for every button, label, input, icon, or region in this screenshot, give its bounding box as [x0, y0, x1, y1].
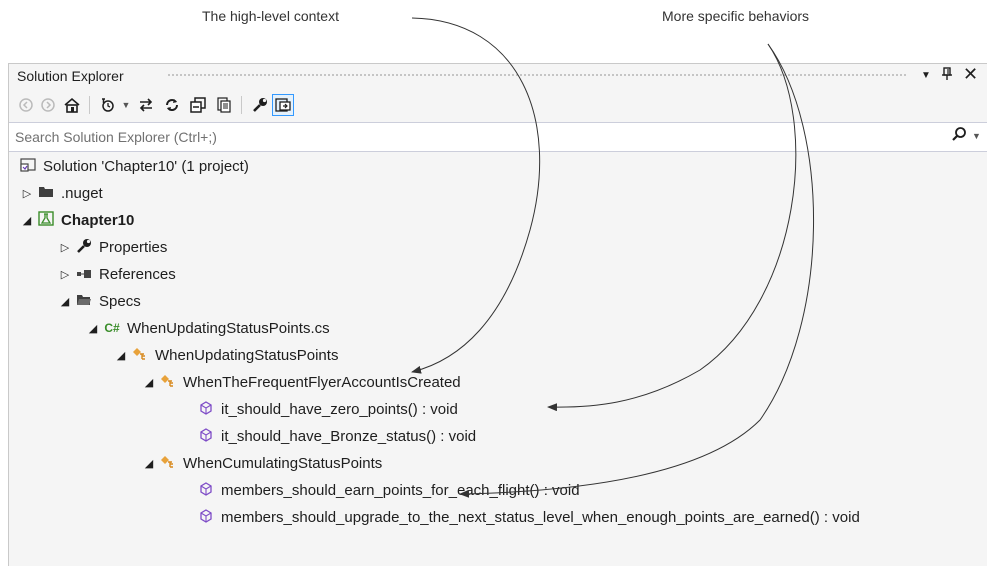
annotation-specific-behaviors: More specific behaviors — [662, 8, 810, 24]
tree-item-method-zero-points[interactable]: it_should_have_zero_points() : void — [195, 396, 458, 422]
collapse-arrow-icon[interactable]: ◢ — [113, 349, 129, 362]
tree-item-label: it_should_have_zero_points() : void — [221, 400, 458, 418]
method-icon — [195, 427, 217, 445]
panel-titlebar[interactable]: Solution Explorer ▼ ✕ — [9, 64, 987, 88]
collapse-arrow-icon[interactable]: ◢ — [141, 457, 157, 470]
method-icon — [195, 400, 217, 418]
collapse-arrow-icon[interactable]: ◢ — [57, 295, 73, 308]
tree-item-cs-file[interactable]: ◢ C# WhenUpdatingStatusPoints.cs — [85, 315, 330, 341]
toolbar-separator — [241, 96, 242, 114]
tree-item-label: Solution 'Chapter10' (1 project) — [43, 157, 249, 175]
collapse-arrow-icon[interactable]: ◢ — [19, 214, 35, 227]
tree-item-label: Specs — [99, 292, 141, 310]
dropdown-arrow-icon[interactable]: ▼ — [921, 70, 931, 81]
tree-item-label: WhenCumulatingStatusPoints — [183, 454, 383, 472]
home-icon[interactable] — [61, 94, 83, 116]
sync-icon[interactable] — [135, 94, 157, 116]
close-icon[interactable]: ✕ — [963, 64, 978, 85]
back-icon[interactable] — [15, 94, 37, 116]
tree-item-nuget[interactable]: ▷ .nuget — [19, 180, 103, 206]
solution-tree: Solution 'Chapter10' (1 project) ▷ .nuge… — [9, 154, 987, 566]
tree-item-label: members_should_upgrade_to_the_next_statu… — [221, 508, 860, 526]
show-all-files-icon[interactable] — [213, 94, 235, 116]
tree-item-label: WhenTheFrequentFlyerAccountIsCreated — [183, 373, 461, 391]
tree-item-method-upgrade-status[interactable]: members_should_upgrade_to_the_next_statu… — [195, 504, 860, 530]
toolbar: ▼ — [9, 90, 987, 120]
tree-item-label: it_should_have_Bronze_status() : void — [221, 427, 477, 445]
search-icon[interactable] — [951, 126, 967, 147]
refresh-icon[interactable] — [161, 94, 183, 116]
expand-arrow-icon[interactable]: ▷ — [57, 268, 73, 281]
pin-icon[interactable] — [941, 67, 953, 84]
tree-item-label: members_should_earn_points_for_each_flig… — [221, 481, 580, 499]
tree-item-label: .nuget — [61, 184, 103, 202]
preview-selected-icon[interactable] — [272, 94, 294, 116]
tree-item-references[interactable]: ▷ References — [57, 261, 176, 287]
panel-title: Solution Explorer — [17, 68, 124, 84]
tree-item-solution[interactable]: Solution 'Chapter10' (1 project) — [17, 153, 249, 179]
tree-item-class-cumulating[interactable]: ◢ WhenCumulatingStatusPoints — [141, 450, 383, 476]
class-icon — [157, 374, 179, 391]
class-icon — [157, 455, 179, 472]
titlebar-grip — [167, 73, 907, 78]
tree-item-method-earn-points[interactable]: members_should_earn_points_for_each_flig… — [195, 477, 580, 503]
annotation-high-level-context: The high-level context — [202, 8, 339, 24]
test-project-icon — [35, 211, 57, 229]
class-icon — [129, 347, 151, 364]
search-bar: ▼ — [9, 122, 987, 152]
references-icon — [73, 266, 95, 282]
collapse-all-icon[interactable] — [187, 94, 209, 116]
tree-item-label: Properties — [99, 238, 168, 256]
method-icon — [195, 508, 217, 526]
collapse-arrow-icon[interactable]: ◢ — [141, 376, 157, 389]
collapse-arrow-icon[interactable]: ◢ — [85, 322, 101, 335]
solution-explorer-panel: Solution Explorer ▼ ✕ ▼ Search Solution … — [8, 63, 987, 566]
tree-item-class-main[interactable]: ◢ WhenUpdatingStatusPoints — [113, 342, 339, 368]
properties-icon[interactable] — [249, 94, 271, 116]
tree-item-label: WhenUpdatingStatusPoints — [155, 346, 339, 364]
tree-item-label: Chapter10 — [61, 211, 135, 229]
expand-arrow-icon[interactable]: ▷ — [57, 241, 73, 254]
tree-item-project[interactable]: ◢ Chapter10 — [19, 207, 134, 233]
tree-item-specs[interactable]: ◢ Specs — [57, 288, 141, 314]
solution-icon — [17, 157, 39, 175]
wrench-icon — [73, 238, 95, 257]
expand-arrow-icon[interactable]: ▷ — [19, 187, 35, 200]
open-folder-icon — [73, 293, 95, 309]
tree-item-label: WhenUpdatingStatusPoints.cs — [127, 319, 330, 337]
tree-item-method-bronze-status[interactable]: it_should_have_Bronze_status() : void — [195, 423, 476, 449]
pending-changes-dropdown-icon[interactable]: ▼ — [115, 94, 137, 116]
method-icon — [195, 481, 217, 499]
csharp-file-icon: C# — [104, 321, 120, 335]
tree-item-class-account-created[interactable]: ◢ WhenTheFrequentFlyerAccountIsCreated — [141, 369, 461, 395]
tree-item-label: References — [99, 265, 176, 283]
toolbar-separator — [89, 96, 90, 114]
forward-icon[interactable] — [37, 94, 59, 116]
folder-icon — [35, 185, 57, 201]
search-input[interactable] — [13, 126, 897, 148]
tree-item-properties[interactable]: ▷ Properties — [57, 234, 167, 260]
search-dropdown-icon[interactable]: ▼ — [972, 131, 981, 141]
